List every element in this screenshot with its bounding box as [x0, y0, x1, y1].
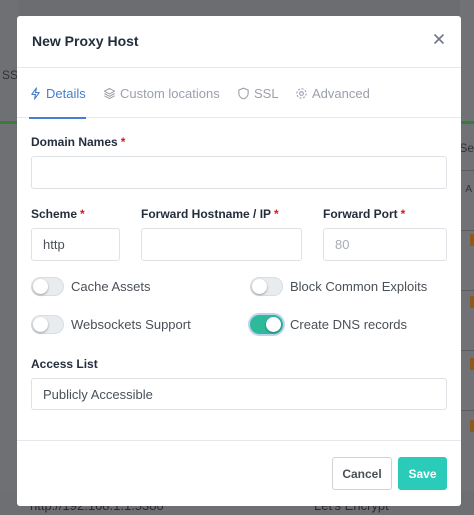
- websockets-support-toggle[interactable]: Websockets Support: [31, 315, 191, 334]
- background-badge: [470, 234, 474, 246]
- tab-details[interactable]: Details: [29, 68, 86, 119]
- background-divider: [460, 230, 474, 231]
- create-dns-records-toggle[interactable]: Create DNS records: [250, 315, 407, 334]
- tab-label: SSL: [254, 85, 279, 101]
- shield-icon: [238, 87, 249, 99]
- new-proxy-host-modal: New Proxy Host Details Custom locations …: [17, 16, 461, 506]
- tab-custom-locations[interactable]: Custom locations: [103, 68, 220, 118]
- forward-port-input[interactable]: [323, 228, 447, 261]
- create-dns-records-label: Create DNS records: [290, 317, 408, 332]
- background-right-panel: [460, 0, 474, 515]
- gear-icon: [296, 87, 307, 99]
- cache-assets-label: Cache Assets: [71, 279, 151, 294]
- scheme-input[interactable]: [31, 228, 120, 261]
- modal-footer: Cancel Save: [17, 440, 461, 506]
- tab-label: Custom locations: [120, 85, 220, 101]
- required-mark: *: [274, 207, 279, 221]
- required-mark: *: [80, 207, 85, 221]
- background-badge: [470, 420, 474, 432]
- save-button[interactable]: Save: [398, 457, 447, 490]
- required-mark: *: [120, 135, 126, 149]
- tab-ssl[interactable]: SSL: [237, 68, 279, 118]
- modal-title: New Proxy Host: [32, 33, 139, 49]
- forward-hostname-input[interactable]: [141, 228, 302, 261]
- toggle-track: [31, 315, 64, 334]
- background-divider: [460, 350, 474, 351]
- cache-assets-toggle[interactable]: Cache Assets: [31, 277, 151, 296]
- access-list-label: Access List: [31, 357, 98, 371]
- toggle-track: [250, 277, 283, 296]
- cancel-button[interactable]: Cancel: [332, 457, 392, 490]
- close-icon: [434, 34, 444, 44]
- background-text-fragment: Se: [459, 141, 474, 155]
- tab-advanced[interactable]: Advanced: [295, 68, 370, 118]
- background-divider: [460, 290, 474, 291]
- toggle-knob: [266, 317, 281, 332]
- block-common-exploits-label: Block Common Exploits: [290, 279, 428, 294]
- toggle-track: [31, 277, 64, 296]
- background-badge: [470, 296, 474, 308]
- required-mark: *: [400, 207, 406, 221]
- tab-label: Advanced: [312, 85, 370, 101]
- access-list-select[interactable]: [31, 378, 447, 410]
- forward-port-label: Forward Port *: [323, 207, 406, 221]
- toggle-track: [250, 315, 283, 334]
- background-divider: [460, 410, 474, 411]
- forward-hostname-label: Forward Hostname / IP *: [141, 207, 279, 221]
- toggle-knob: [33, 279, 48, 294]
- close-button[interactable]: [431, 31, 447, 47]
- lightning-icon: [31, 86, 40, 100]
- scheme-label: Scheme *: [31, 207, 85, 221]
- tab-bar: Details Custom locations SSL Advanced: [17, 68, 461, 119]
- toggle-knob: [252, 279, 267, 294]
- background-badge: [470, 358, 474, 370]
- background-text-fragment: A: [465, 184, 472, 195]
- layers-icon: [103, 87, 116, 99]
- background-divider: [460, 170, 474, 171]
- domain-names-label: Domain Names *: [31, 135, 126, 149]
- websockets-support-label: Websockets Support: [71, 317, 191, 332]
- tab-label: Details: [46, 85, 86, 101]
- domain-names-input[interactable]: [31, 156, 447, 189]
- toggle-knob: [33, 317, 48, 332]
- block-common-exploits-toggle[interactable]: Block Common Exploits: [250, 277, 427, 296]
- modal-header: New Proxy Host: [17, 16, 461, 68]
